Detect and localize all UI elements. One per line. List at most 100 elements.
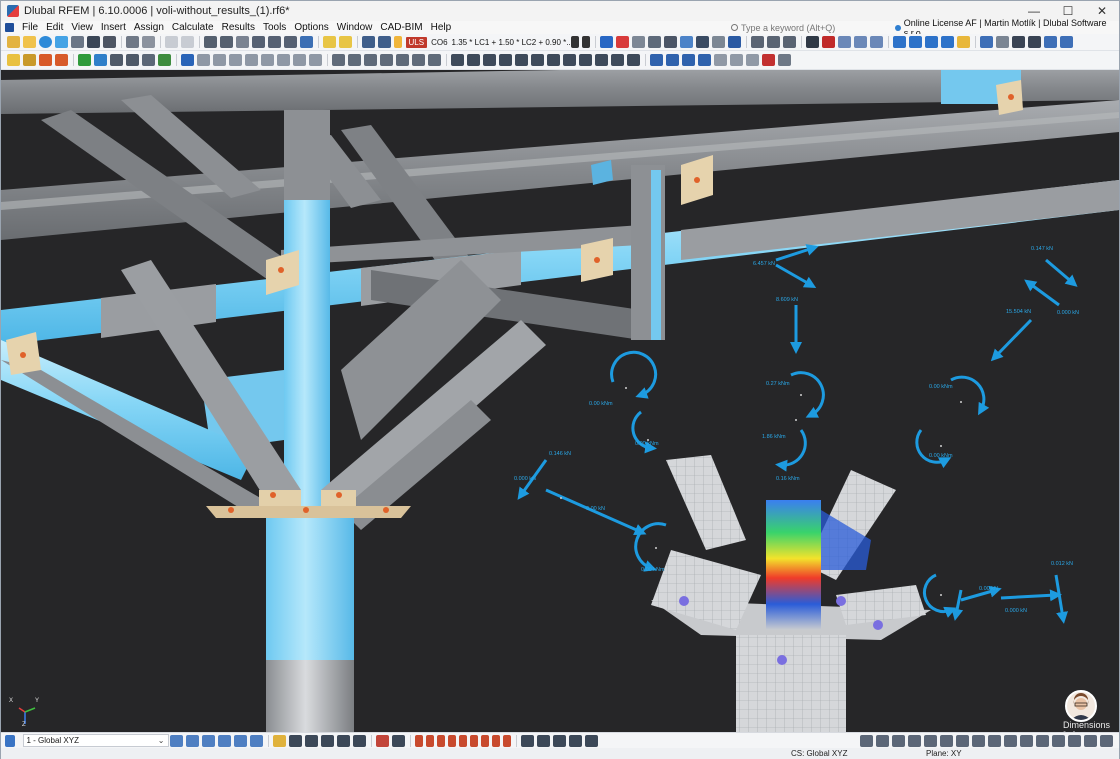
view-right-icon[interactable]: [218, 734, 231, 747]
mesh-icon[interactable]: [650, 54, 663, 66]
menu-file[interactable]: File: [18, 21, 42, 34]
divide-icon[interactable]: [348, 54, 361, 66]
deform-icon[interactable]: [94, 54, 107, 66]
print-icon[interactable]: [103, 36, 116, 48]
menu-assign[interactable]: Assign: [130, 21, 168, 34]
view-front-icon[interactable]: [170, 734, 183, 747]
time-icon[interactable]: [611, 54, 624, 66]
solid-icon[interactable]: [648, 36, 662, 48]
snow-icon[interactable]: [531, 54, 544, 66]
previous-arrow-icon[interactable]: [571, 36, 580, 48]
wireframe-icon[interactable]: [870, 36, 884, 48]
load-case-icon[interactable]: [362, 36, 375, 48]
select-member-icon[interactable]: [321, 734, 334, 747]
redo-icon[interactable]: [181, 36, 194, 48]
draw-spline-icon[interactable]: [448, 734, 456, 747]
display-results-icon[interactable]: [972, 734, 985, 747]
load-combo-icon[interactable]: [378, 36, 391, 48]
app-menu-icon[interactable]: [5, 23, 14, 32]
temperature-icon[interactable]: [547, 54, 560, 66]
view-top-icon[interactable]: [234, 734, 247, 747]
view-list-icon[interactable]: [5, 734, 15, 747]
load-icon[interactable]: [451, 54, 464, 66]
menu-cad-bim[interactable]: CAD-BIM: [376, 21, 426, 34]
bracing-icon[interactable]: [213, 54, 226, 66]
draw-line-icon[interactable]: [415, 734, 423, 747]
display-lines-icon[interactable]: [876, 734, 889, 747]
draw-arc-icon[interactable]: [426, 734, 434, 747]
display-table-icon[interactable]: [1084, 734, 1097, 747]
open-folder-icon[interactable]: [23, 36, 36, 48]
axes-x-icon[interactable]: [893, 36, 907, 48]
background-layer-icon[interactable]: [585, 734, 598, 747]
report-icon[interactable]: [126, 36, 139, 48]
plane-status[interactable]: Plane: XY: [926, 748, 962, 759]
slab-icon[interactable]: [309, 54, 322, 66]
beam-icon[interactable]: [245, 54, 258, 66]
wall-icon[interactable]: [293, 54, 306, 66]
dimension-icon[interactable]: [236, 36, 249, 48]
view-iso-icon[interactable]: [250, 734, 263, 747]
member-icon[interactable]: [616, 36, 630, 48]
tag-icon[interactable]: [714, 54, 727, 66]
undo-icon[interactable]: [165, 36, 178, 48]
axes-z-icon[interactable]: [925, 36, 939, 48]
connect-icon[interactable]: [332, 54, 345, 66]
save-icon[interactable]: [87, 36, 100, 48]
select-surface-icon[interactable]: [337, 734, 350, 747]
display-axes-icon[interactable]: [1020, 734, 1033, 747]
mass-icon[interactable]: [579, 54, 592, 66]
draw-nurbs-icon[interactable]: [503, 734, 511, 747]
link-icon[interactable]: [730, 54, 743, 66]
guideline-icon[interactable]: [569, 734, 582, 747]
fea-diagonal-top-left[interactable]: [666, 455, 746, 550]
fea-column-stub[interactable]: [736, 635, 846, 732]
truss-icon[interactable]: [261, 54, 274, 66]
draw-parabola-icon[interactable]: [492, 734, 500, 747]
move-icon[interactable]: [110, 54, 123, 66]
support-icon[interactable]: [680, 36, 694, 48]
arch-icon[interactable]: [277, 54, 290, 66]
display-icon[interactable]: [268, 36, 281, 48]
table-icon[interactable]: [204, 36, 217, 48]
line-icon[interactable]: [996, 36, 1010, 48]
menu-insert[interactable]: Insert: [97, 21, 130, 34]
camera-icon[interactable]: [806, 36, 820, 48]
imperfection-icon[interactable]: [499, 54, 512, 66]
member-tool-icon[interactable]: [39, 54, 52, 66]
coordinate-system-status[interactable]: CS: Global XYZ: [791, 748, 847, 759]
fea-stress-plot[interactable]: [766, 500, 821, 630]
offset-icon[interactable]: [412, 54, 425, 66]
grid-icon[interactable]: [220, 36, 233, 48]
delete-icon[interactable]: [822, 36, 836, 48]
cloud-icon[interactable]: [39, 36, 52, 48]
menu-help[interactable]: Help: [427, 21, 456, 34]
mesh-check-icon[interactable]: [682, 54, 695, 66]
display-numbering-icon[interactable]: [1004, 734, 1017, 747]
draw-polyline-icon[interactable]: [437, 734, 445, 747]
view-select[interactable]: 1 - Global XYZ ⌄: [22, 734, 169, 747]
array-icon[interactable]: [428, 54, 441, 66]
draw-ellipse-icon[interactable]: [481, 734, 489, 747]
user-avatar[interactable]: [1065, 690, 1097, 722]
model-icon[interactable]: [55, 36, 68, 48]
print-preview-icon[interactable]: [71, 36, 84, 48]
base-plate[interactable]: [206, 506, 411, 518]
display-panels-icon[interactable]: [1068, 734, 1081, 747]
mesh-settings-icon[interactable]: [698, 54, 711, 66]
cancel-icon[interactable]: [762, 54, 775, 66]
menu-view[interactable]: View: [67, 21, 97, 34]
walk-icon[interactable]: [78, 54, 91, 66]
draw-rect-icon[interactable]: [470, 734, 478, 747]
trim-icon[interactable]: [380, 54, 393, 66]
menu-tools[interactable]: Tools: [259, 21, 290, 34]
box-icon[interactable]: [838, 36, 852, 48]
select-icon[interactable]: [181, 54, 194, 66]
moving-load-icon[interactable]: [627, 54, 640, 66]
display-loads-icon[interactable]: [956, 734, 969, 747]
display-members-icon[interactable]: [892, 734, 905, 747]
model-viewport[interactable]: 6.457 kN 0.147 kN 0.000 kN 8.609 kN 15.5…: [1, 70, 1119, 732]
grid-snap-icon[interactable]: [537, 734, 550, 747]
ruler-icon[interactable]: [783, 36, 797, 48]
new-file-icon[interactable]: [7, 36, 20, 48]
